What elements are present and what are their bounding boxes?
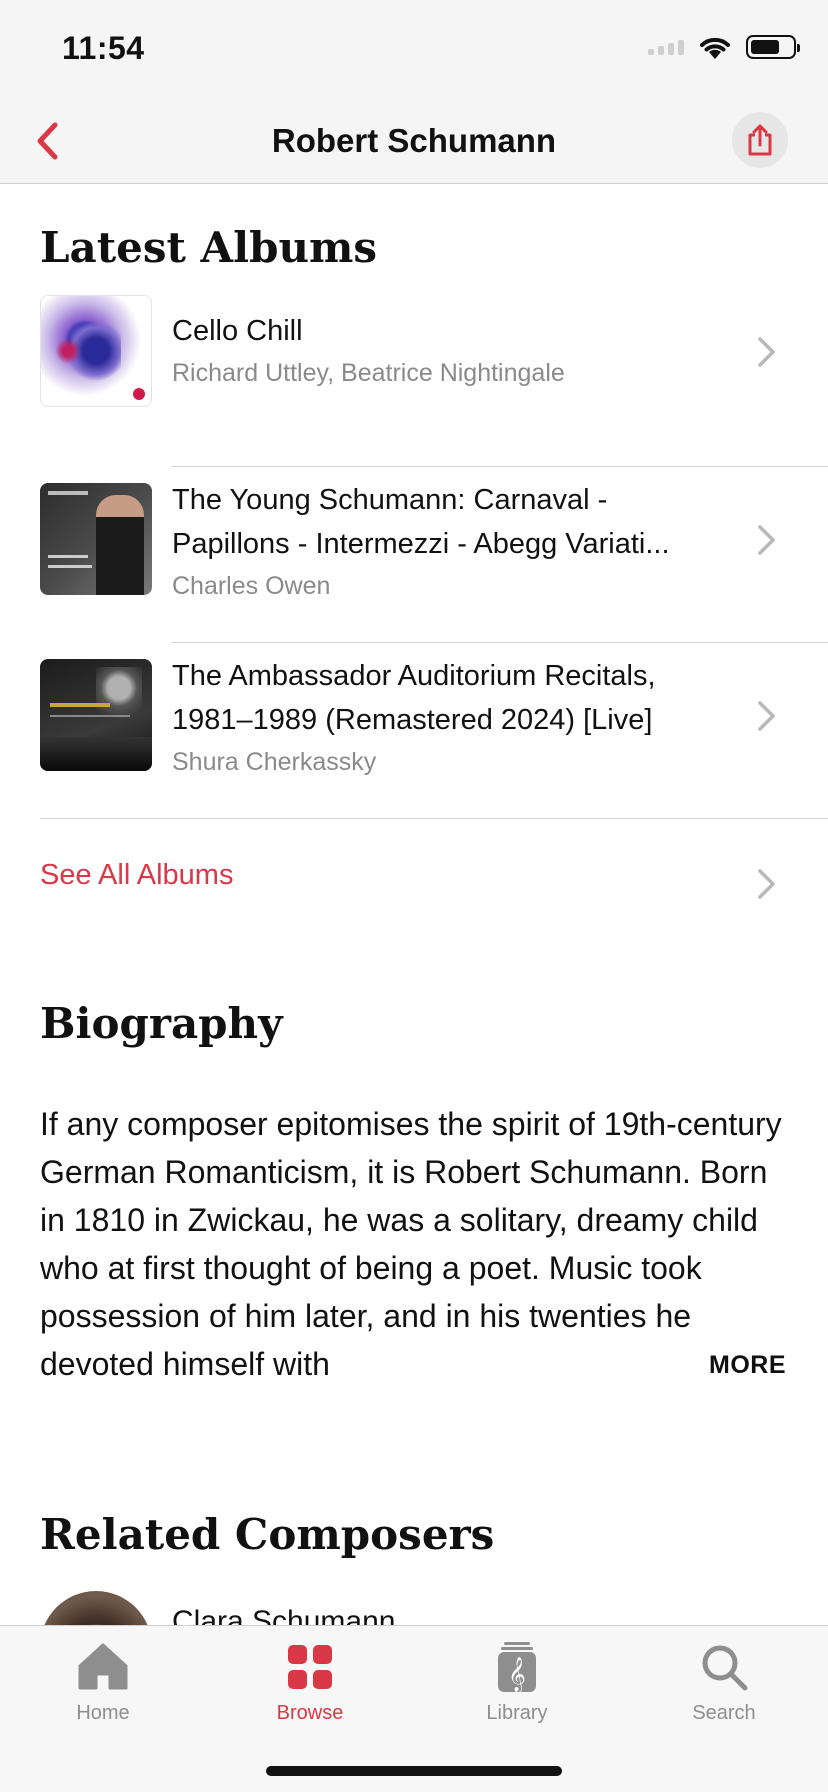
- search-icon: [702, 1645, 748, 1691]
- album-title-line-2: Papillons - Intermezzi - Abegg Variati..…: [172, 528, 670, 560]
- divider: [40, 818, 828, 819]
- album-artist: Shura Cherkassky: [172, 748, 377, 776]
- status-time: 11:54: [62, 30, 145, 66]
- album-title-line-1: The Ambassador Auditorium Recitals,: [172, 660, 656, 692]
- scroll-content[interactable]: Latest Albums Cello Chill Richard Uttley…: [0, 185, 828, 1625]
- chevron-right-icon: [758, 701, 775, 731]
- tab-home[interactable]: Home: [23, 1640, 183, 1725]
- related-composers-heading: Related Composers: [40, 1510, 495, 1559]
- tab-label: Home: [76, 1702, 130, 1724]
- share-icon: [748, 124, 772, 156]
- biography-fade: [560, 1340, 720, 1388]
- tab-label: Search: [692, 1702, 756, 1724]
- tab-browse[interactable]: Browse: [230, 1640, 390, 1725]
- album-row-ambassador-recitals[interactable]: The Ambassador Auditorium Recitals, 1981…: [40, 659, 828, 835]
- share-button[interactable]: [732, 112, 788, 168]
- album-title-line-2: 1981–1989 (Remastered 2024) [Live]: [172, 704, 653, 736]
- tab-library[interactable]: 𝄞 Library: [437, 1640, 597, 1725]
- album-artist: Richard Uttley, Beatrice Nightingale: [172, 359, 565, 387]
- related-composer-name[interactable]: Clara Schumann: [172, 1605, 395, 1625]
- album-artwork: [40, 659, 152, 771]
- divider: [172, 642, 828, 643]
- biography-more-button[interactable]: MORE: [709, 1351, 786, 1380]
- divider: [172, 466, 828, 467]
- album-row-young-schumann[interactable]: The Young Schumann: Carnaval - Papillons…: [40, 483, 828, 659]
- album-artwork: [40, 483, 152, 595]
- status-bar: 11:54: [0, 0, 828, 100]
- album-title-line-1: The Young Schumann: Carnaval -: [172, 484, 608, 516]
- album-row-cello-chill[interactable]: Cello Chill Richard Uttley, Beatrice Nig…: [40, 295, 828, 471]
- battery-icon: [746, 35, 800, 59]
- home-indicator[interactable]: [266, 1766, 562, 1776]
- see-all-albums-row[interactable]: See All Albums: [0, 835, 828, 935]
- see-all-albums-link[interactable]: See All Albums: [40, 859, 233, 892]
- chevron-right-icon: [758, 525, 775, 555]
- library-music-icon: 𝄞: [498, 1642, 536, 1693]
- home-icon: [78, 1643, 128, 1690]
- tab-label: Library: [486, 1702, 548, 1724]
- wifi-icon: [700, 37, 730, 59]
- page-title: Robert Schumann: [271, 122, 557, 159]
- status-icons: [648, 34, 800, 60]
- album-artist: Charles Owen: [172, 572, 331, 600]
- cellular-signal-icon: [648, 39, 684, 55]
- browse-grid-icon: [288, 1645, 332, 1689]
- latest-albums-heading: Latest Albums: [40, 223, 378, 272]
- tab-label: Browse: [276, 1702, 344, 1724]
- navigation-bar: Robert Schumann: [0, 100, 828, 184]
- biography-heading: Biography: [40, 999, 283, 1048]
- album-title: Cello Chill: [172, 315, 303, 347]
- album-artwork: [40, 295, 152, 407]
- chevron-right-icon: [758, 337, 775, 367]
- svg-text:𝄞: 𝄞: [508, 1657, 526, 1693]
- tab-search[interactable]: Search: [644, 1640, 804, 1725]
- composer-avatar[interactable]: [40, 1591, 152, 1625]
- chevron-right-icon: [758, 869, 775, 899]
